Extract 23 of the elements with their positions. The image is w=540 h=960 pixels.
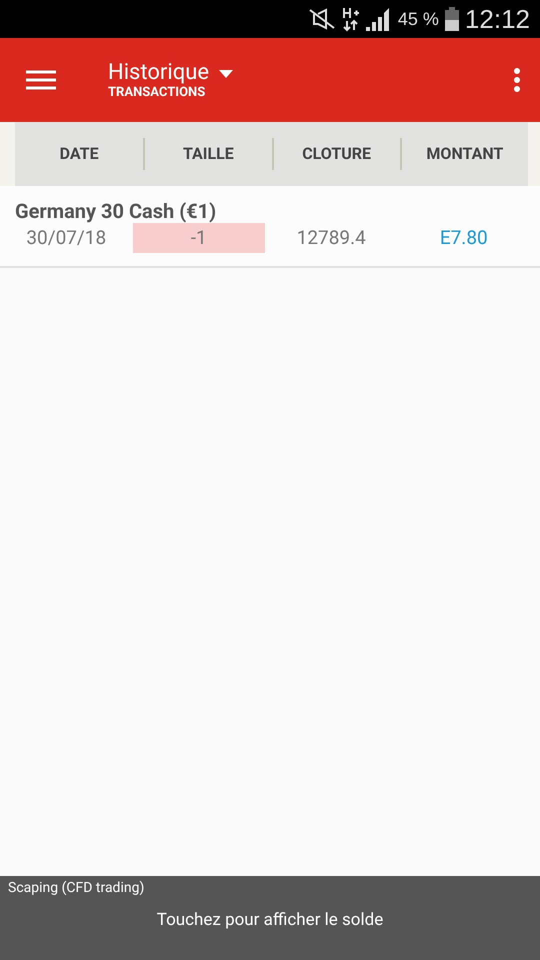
column-header[interactable]: TAILLE <box>143 138 272 170</box>
date-cell-text: 30/07/18 <box>25 225 108 251</box>
screen-subtitle: TRANSACTIONS <box>108 84 206 100</box>
signal-icon <box>366 7 392 31</box>
balance-bar[interactable]: Scaping (CFD trading) Touchez pour afficher le solde <box>0 876 540 960</box>
instrument-name: Germany 30 Cash (€1) <box>15 199 218 223</box>
battery-icon <box>444 7 459 31</box>
amount-cell-text: E7.80 <box>438 225 489 251</box>
screen-title[interactable]: Historique <box>108 60 210 84</box>
column-header[interactable]: CLOTURE <box>272 138 400 170</box>
data-icon <box>342 6 360 32</box>
size-cell: -1 <box>132 223 265 253</box>
account-name: Scaping (CFD trading) <box>7 879 146 896</box>
more-options-icon[interactable] <box>514 68 520 92</box>
dropdown-caret-icon[interactable] <box>219 70 234 78</box>
battery-percentage: 45 % <box>398 8 439 30</box>
column-header[interactable]: MONTANT <box>400 138 528 170</box>
mute-icon <box>308 8 336 30</box>
balance-hint: Touchez pour afficher le solde <box>156 910 384 930</box>
close-price-cell-text: 12789.4 <box>296 225 367 251</box>
clock: 12:12 <box>464 4 530 34</box>
column-header[interactable]: DATE <box>15 138 144 170</box>
menu-icon[interactable] <box>26 69 56 91</box>
